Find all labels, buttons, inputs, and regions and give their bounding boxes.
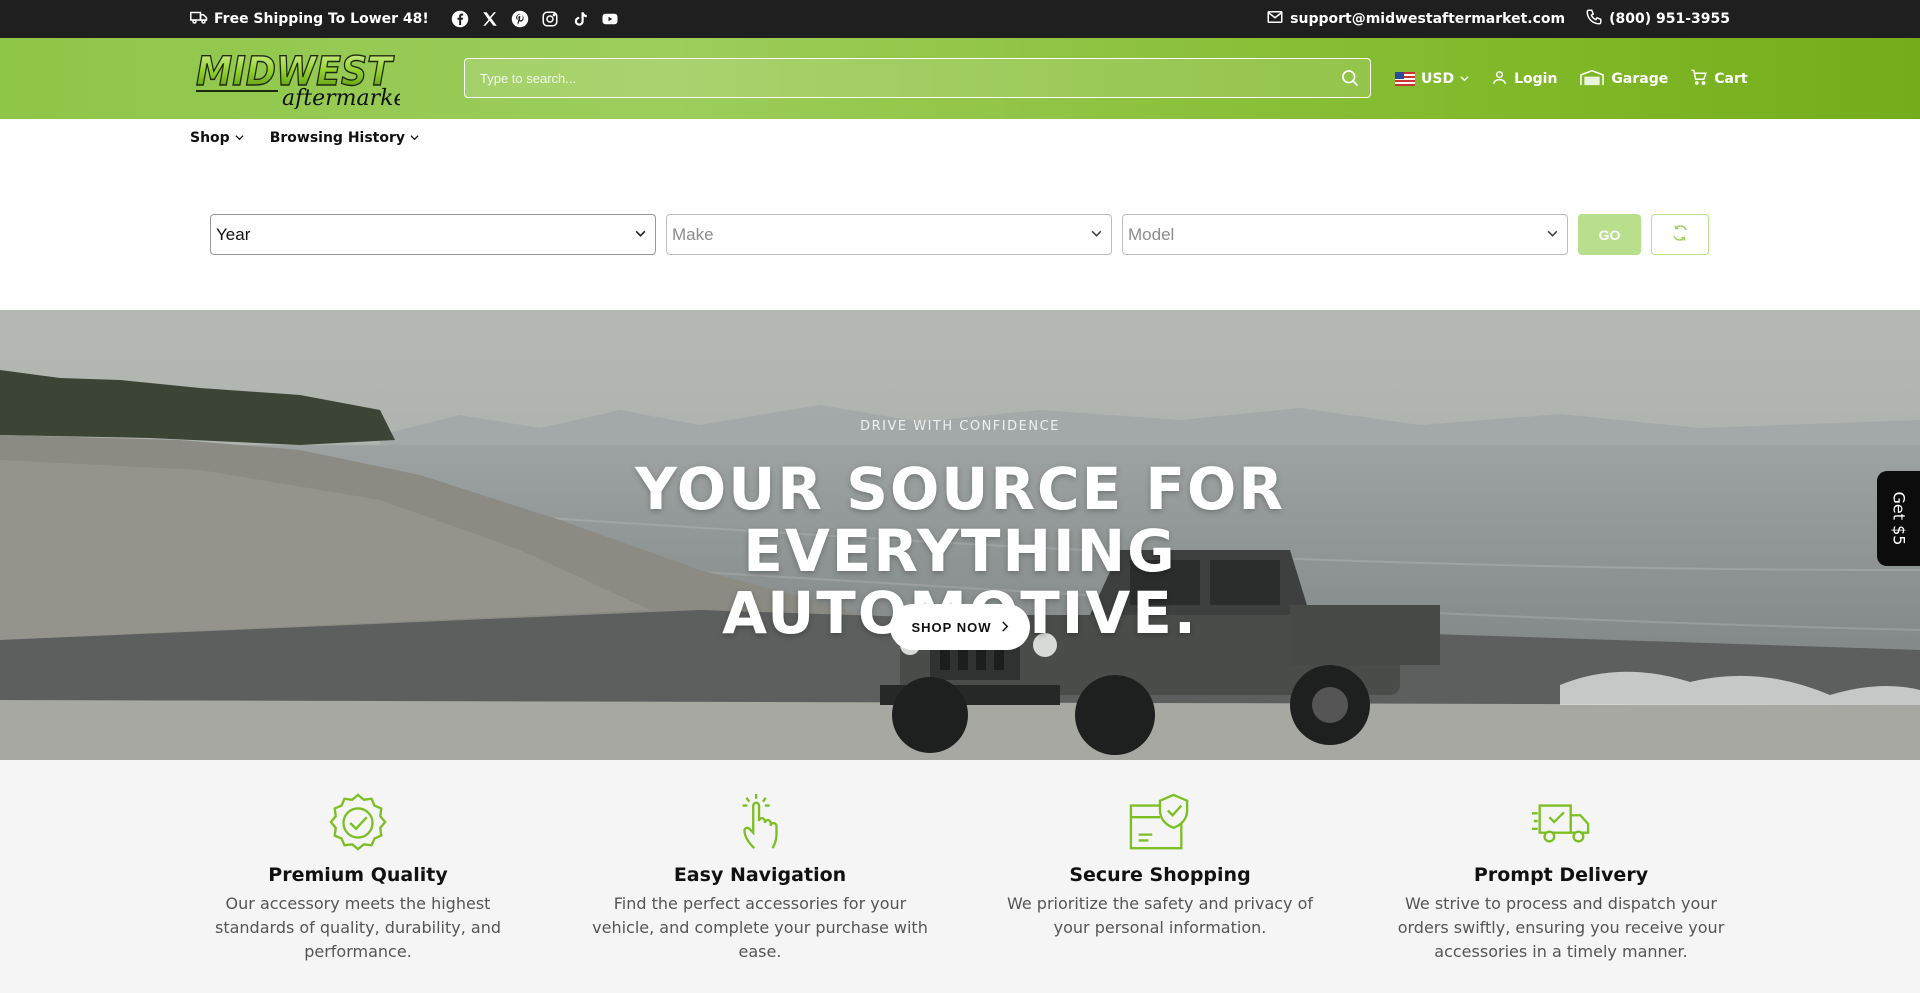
mail-icon <box>1266 8 1284 30</box>
instagram-icon[interactable] <box>541 10 560 29</box>
feature-secure-shopping: Secure Shopping We prioritize the safety… <box>990 792 1330 940</box>
vehicle-selector: Year Make Model GO <box>210 214 1709 255</box>
feature-premium-quality: Premium Quality Our accessory meets the … <box>188 792 528 964</box>
site-logo[interactable]: MIDWEST aftermarket <box>190 47 415 111</box>
main-header: MIDWEST aftermarket USD Login Garage <box>0 38 1920 119</box>
nav-history-label: Browsing History <box>269 130 406 146</box>
main-nav: Shop Browsing History <box>190 130 419 146</box>
phone-text: (800) 951-3955 <box>1609 11 1730 27</box>
pointer-hand-icon <box>590 792 930 852</box>
shipping-truck-icon <box>190 8 208 30</box>
get-five-dollars-tab[interactable]: Get $5 <box>1877 471 1920 566</box>
feature-text: Our accessory meets the highest standard… <box>215 894 501 961</box>
reset-button[interactable] <box>1651 214 1709 255</box>
feature-text: We prioritize the safety and privacy of … <box>1006 894 1314 937</box>
secure-card-icon <box>990 792 1330 852</box>
shop-now-button[interactable]: SHOP NOW <box>890 604 1030 650</box>
hero-banner: DRIVE WITH CONFIDENCE YOUR SOURCE FOR EV… <box>0 310 1920 760</box>
garage-link[interactable]: Garage <box>1579 69 1668 90</box>
garage-label: Garage <box>1611 71 1669 87</box>
year-select-value: Year <box>216 224 251 244</box>
model-select[interactable]: Model <box>1122 214 1568 255</box>
x-icon[interactable] <box>481 10 500 29</box>
feature-prompt-delivery: Prompt Delivery We strive to process and… <box>1391 792 1731 964</box>
top-bar: Free Shipping To Lower 48! support@midwe… <box>0 0 1920 38</box>
header-actions: USD Login Garage Cart <box>1395 66 1748 92</box>
login-label: Login <box>1514 71 1558 87</box>
nav-shop-label: Shop <box>190 130 230 146</box>
make-select-value: Make <box>672 224 714 244</box>
nav-shop[interactable]: Shop <box>190 130 244 146</box>
model-select-value: Model <box>1128 224 1175 244</box>
youtube-icon[interactable] <box>601 10 620 29</box>
us-flag-icon <box>1395 72 1415 86</box>
garage-icon <box>1579 69 1605 90</box>
side-tab-label: Get $5 <box>1889 491 1908 546</box>
feature-title: Secure Shopping <box>1069 864 1251 886</box>
pinterest-icon[interactable] <box>511 10 530 29</box>
logo-sub-text: aftermarket <box>282 86 400 109</box>
refresh-icon <box>1671 224 1689 246</box>
feature-title: Prompt Delivery <box>1473 864 1649 886</box>
go-button[interactable]: GO <box>1578 214 1641 255</box>
currency-label: USD <box>1421 71 1455 87</box>
search-icon[interactable] <box>1330 68 1370 88</box>
search-input[interactable] <box>465 70 1330 86</box>
email-link[interactable]: support@midwestaftermarket.com <box>1266 8 1565 30</box>
search-bar <box>464 58 1371 98</box>
cart-link[interactable]: Cart <box>1690 68 1748 90</box>
facebook-icon[interactable] <box>451 10 470 29</box>
badge-check-icon <box>188 792 528 852</box>
chevron-right-icon <box>1000 620 1009 635</box>
hero-title-line-1: YOUR SOURCE FOR EVERYTHING <box>635 455 1285 585</box>
feature-title: Easy Navigation <box>673 864 847 886</box>
chevron-down-icon <box>1090 225 1103 245</box>
chevron-down-icon <box>634 225 647 245</box>
feature-title: Premium Quality <box>268 864 448 886</box>
nav-browsing-history[interactable]: Browsing History <box>270 130 419 146</box>
hero-eyebrow: DRIVE WITH CONFIDENCE <box>860 419 1060 434</box>
login-link[interactable]: Login <box>1491 69 1557 90</box>
phone-icon <box>1585 8 1603 30</box>
feature-text: We strive to process and dispatch your o… <box>1397 894 1725 961</box>
features-section: Premium Quality Our accessory meets the … <box>0 760 1920 993</box>
make-select[interactable]: Make <box>666 214 1112 255</box>
tiktok-icon[interactable] <box>571 10 590 29</box>
email-text: support@midwestaftermarket.com <box>1290 11 1566 27</box>
chevron-down-icon <box>1546 225 1559 245</box>
chevron-down-icon <box>1460 71 1469 87</box>
phone-link[interactable]: (800) 951-3955 <box>1585 8 1730 30</box>
shipping-text: Free Shipping To Lower 48! <box>214 11 429 27</box>
year-select[interactable]: Year <box>210 214 656 255</box>
cart-icon <box>1690 68 1708 90</box>
user-icon <box>1491 69 1508 90</box>
feature-text: Find the perfect accessories for your ve… <box>592 894 928 961</box>
chevron-down-icon <box>235 130 244 146</box>
feature-easy-navigation: Easy Navigation Find the perfect accesso… <box>590 792 930 964</box>
shop-now-label: SHOP NOW <box>911 619 992 635</box>
chevron-down-icon <box>410 130 419 146</box>
shipping-notice: Free Shipping To Lower 48! <box>190 8 429 30</box>
currency-selector[interactable]: USD <box>1395 71 1469 87</box>
delivery-truck-icon <box>1391 792 1731 852</box>
social-links <box>451 10 620 29</box>
cart-label: Cart <box>1714 71 1748 87</box>
